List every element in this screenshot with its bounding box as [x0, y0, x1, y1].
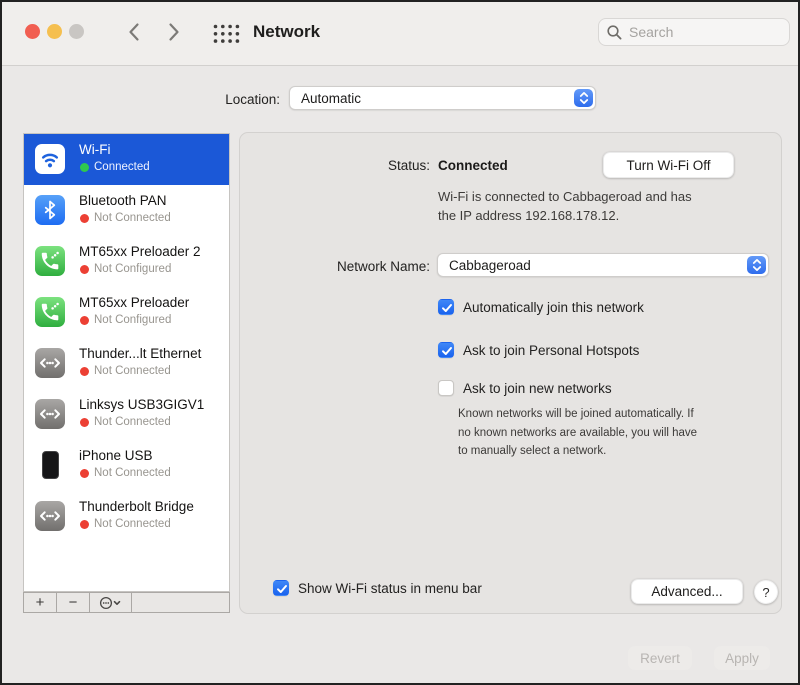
iphone-icon [35, 450, 65, 480]
advanced-button[interactable]: Advanced... [631, 579, 743, 604]
ethernet-icon [35, 501, 65, 531]
status-dot [80, 316, 89, 325]
interface-status: Connected [94, 161, 150, 173]
checkbox-label: Ask to join new networks [463, 381, 612, 396]
zoom-window-button [69, 24, 84, 39]
help-button[interactable]: ? [754, 580, 778, 604]
add-interface-button[interactable]: + [24, 593, 57, 612]
more-actions-button[interactable] [90, 593, 132, 612]
checkbox-row-new-networks: Ask to join new networks [438, 380, 612, 396]
interface-list-toolbar: + − [23, 592, 230, 613]
dots-grid-icon [212, 32, 241, 49]
auto-join-checkbox[interactable] [438, 299, 454, 315]
interface-name: Wi-Fi [79, 142, 110, 157]
toolbar-filler [132, 593, 229, 612]
status-dot [80, 163, 89, 172]
ethernet-icon [35, 348, 65, 378]
interface-name: Thunderbolt Bridge [79, 499, 194, 514]
status-dot [80, 214, 89, 223]
check-icon [275, 582, 289, 596]
sidebar-item-linksys-usb3gigv1[interactable]: Linksys USB3GIGV1 Not Connected [24, 389, 229, 440]
chevron-right-icon [168, 22, 180, 47]
apply-button: Apply [714, 646, 770, 670]
wifi-icon [35, 144, 65, 174]
circle-ellipsis-chevron-icon [99, 595, 123, 611]
interface-status: Not Configured [94, 314, 171, 326]
forward-button[interactable] [162, 22, 186, 46]
search-input[interactable] [598, 18, 790, 46]
interface-name: Thunder...lt Ethernet [79, 346, 201, 361]
interface-name: Linksys USB3GIGV1 [79, 397, 204, 412]
phone-icon [35, 246, 65, 276]
status-dot [80, 520, 89, 529]
interface-status: Not Connected [94, 467, 171, 479]
sidebar-item-iphone-usb[interactable]: iPhone USB Not Connected [24, 440, 229, 491]
show-wifi-status-checkbox[interactable] [273, 580, 289, 596]
status-dot [80, 367, 89, 376]
location-value: Automatic [301, 91, 361, 106]
interface-status: Not Connected [94, 518, 171, 530]
interface-status: Not Configured [94, 263, 171, 275]
minimize-window-button[interactable] [47, 24, 62, 39]
status-dot [80, 265, 89, 274]
join-help-text: Known networks will be joined automatica… [458, 405, 697, 461]
dropdown-stepper-icon [747, 256, 766, 274]
bluetooth-icon [35, 195, 65, 225]
phone-icon [35, 297, 65, 327]
revert-button: Revert [628, 646, 692, 670]
status-dot [80, 418, 89, 427]
sidebar-item-thunderbolt-bridge[interactable]: Thunderbolt Bridge Not Connected [24, 491, 229, 542]
remove-interface-button[interactable]: − [57, 593, 90, 612]
search-field-wrap [598, 18, 790, 46]
show-all-preferences-button[interactable] [212, 23, 242, 45]
interface-name: MT65xx Preloader [79, 295, 189, 310]
personal-hotspots-checkbox[interactable] [438, 342, 454, 358]
interface-name: Bluetooth PAN [79, 193, 167, 208]
page-title: Network [253, 22, 320, 42]
sidebar-item-bluetooth-pan[interactable]: Bluetooth PAN Not Connected [24, 185, 229, 236]
wifi-settings-panel: Status: Connected Turn Wi-Fi Off Wi-Fi i… [239, 132, 782, 614]
status-label: Status: [240, 158, 430, 173]
interface-name: iPhone USB [79, 448, 153, 463]
new-networks-checkbox[interactable] [438, 380, 454, 396]
interface-status: Not Connected [94, 212, 171, 224]
turn-wifi-off-button[interactable]: Turn Wi-Fi Off [603, 152, 734, 178]
location-label: Location: [82, 92, 280, 107]
network-name-dropdown[interactable]: Cabbageroad [437, 253, 769, 277]
chevron-left-icon [128, 22, 140, 47]
interface-status: Not Connected [94, 416, 171, 428]
interfaces-list: Wi-Fi Connected Bluetooth PAN Not Connec… [23, 133, 230, 592]
network-name-value: Cabbageroad [449, 258, 531, 273]
checkbox-row-personal-hotspots: Ask to join Personal Hotspots [438, 342, 639, 358]
ethernet-icon [35, 399, 65, 429]
status-dot [80, 469, 89, 478]
close-window-button[interactable] [25, 24, 40, 39]
back-button[interactable] [122, 22, 146, 46]
check-icon [440, 344, 454, 358]
status-value: Connected [438, 158, 508, 173]
checkbox-label: Ask to join Personal Hotspots [463, 343, 639, 358]
dropdown-stepper-icon [574, 89, 593, 107]
location-dropdown[interactable]: Automatic [289, 86, 596, 110]
network-name-label: Network Name: [240, 259, 430, 274]
search-icon [606, 24, 623, 41]
checkbox-label: Show Wi-Fi status in menu bar [298, 581, 482, 596]
check-icon [440, 301, 454, 315]
sidebar-item-wifi[interactable]: Wi-Fi Connected [24, 134, 229, 185]
sidebar-item-mt65xx-preloader-2[interactable]: MT65xx Preloader 2 Not Configured [24, 236, 229, 287]
sidebar-item-mt65xx-preloader[interactable]: MT65xx Preloader Not Configured [24, 287, 229, 338]
checkbox-label: Automatically join this network [463, 300, 644, 315]
titlebar: Network [2, 2, 798, 66]
sidebar-item-thunderbolt-ethernet[interactable]: Thunder...lt Ethernet Not Connected [24, 338, 229, 389]
checkbox-row-auto-join: Automatically join this network [438, 299, 644, 315]
interface-name: MT65xx Preloader 2 [79, 244, 201, 259]
checkbox-row-menu-bar: Show Wi-Fi status in menu bar [273, 580, 482, 596]
network-preferences-window: Network Location: Automatic [0, 0, 800, 685]
interface-status: Not Connected [94, 365, 171, 377]
status-description: Wi-Fi is connected to Cabbageroad and ha… [438, 187, 692, 225]
